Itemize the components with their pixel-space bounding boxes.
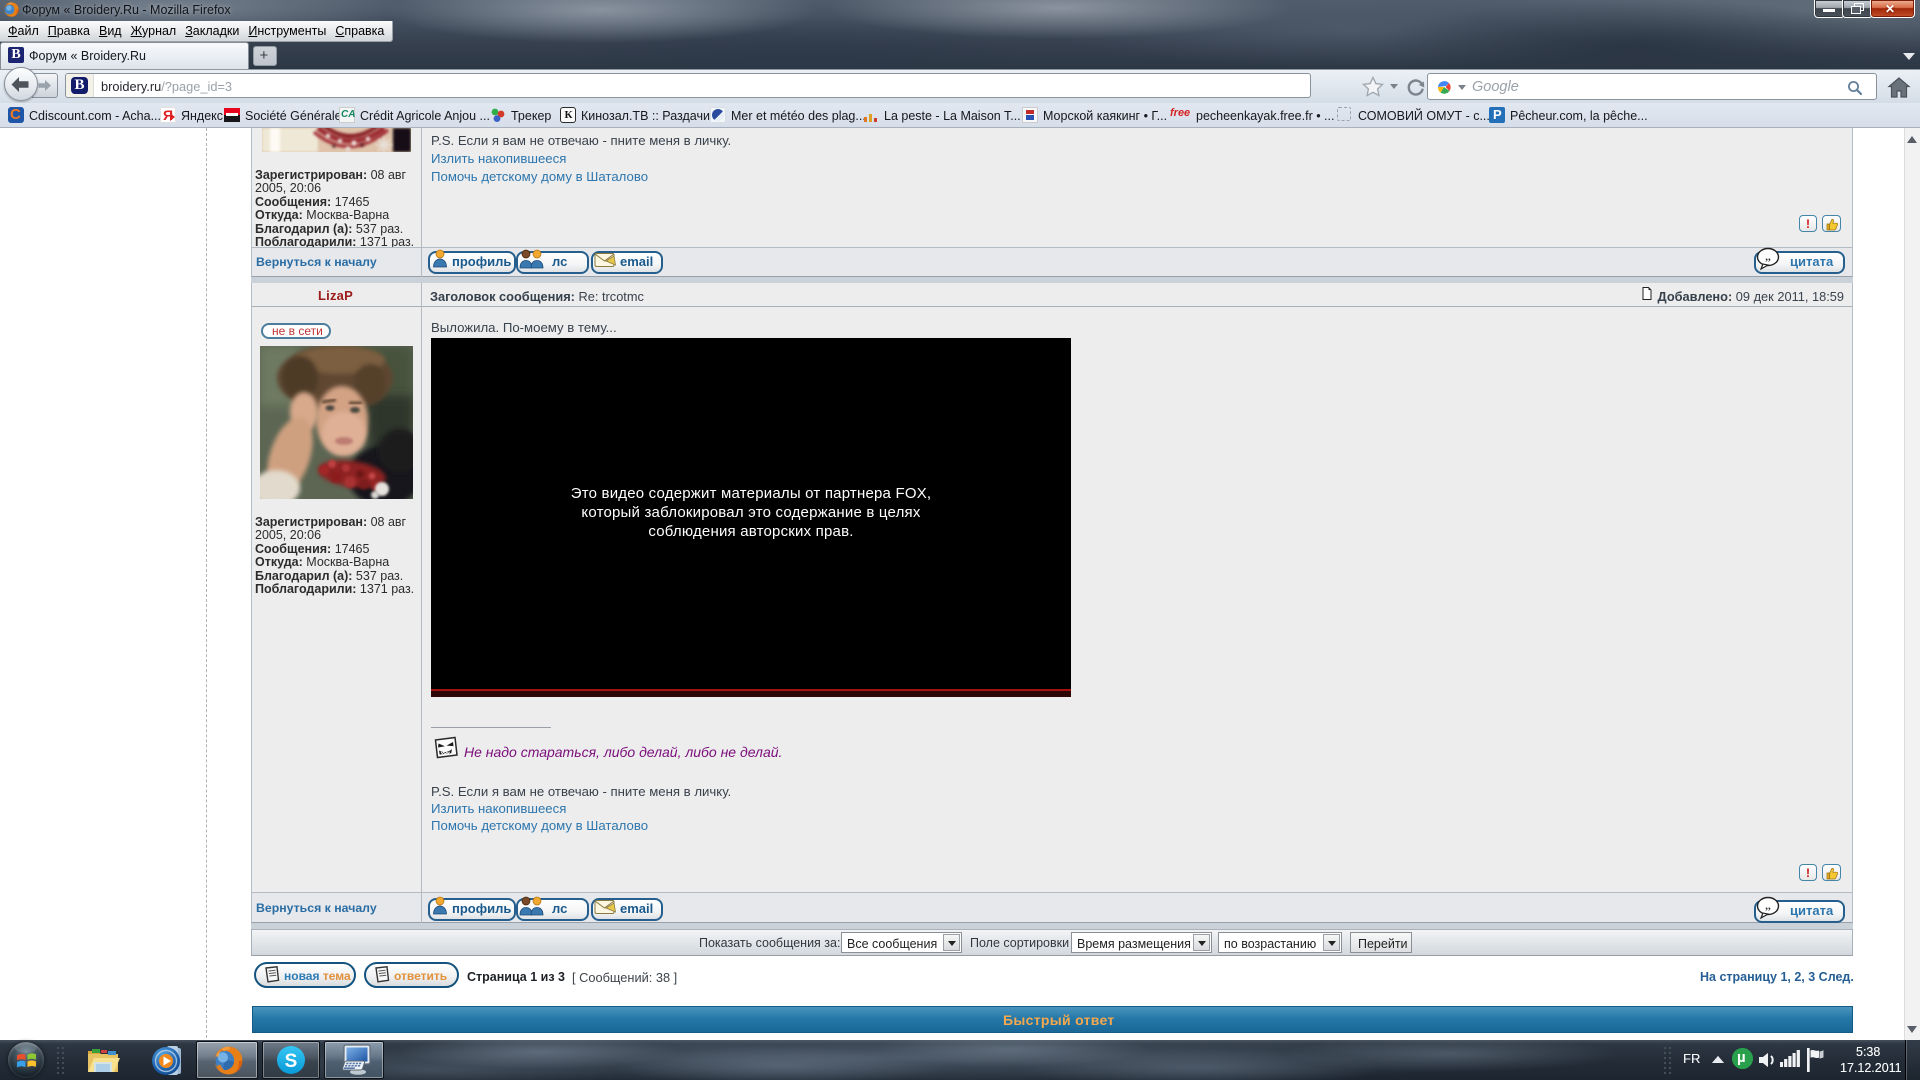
svg-text:,,: ,,	[1765, 900, 1771, 912]
svg-text:,,: ,,	[1765, 251, 1771, 263]
svg-text:S: S	[285, 1051, 298, 1072]
